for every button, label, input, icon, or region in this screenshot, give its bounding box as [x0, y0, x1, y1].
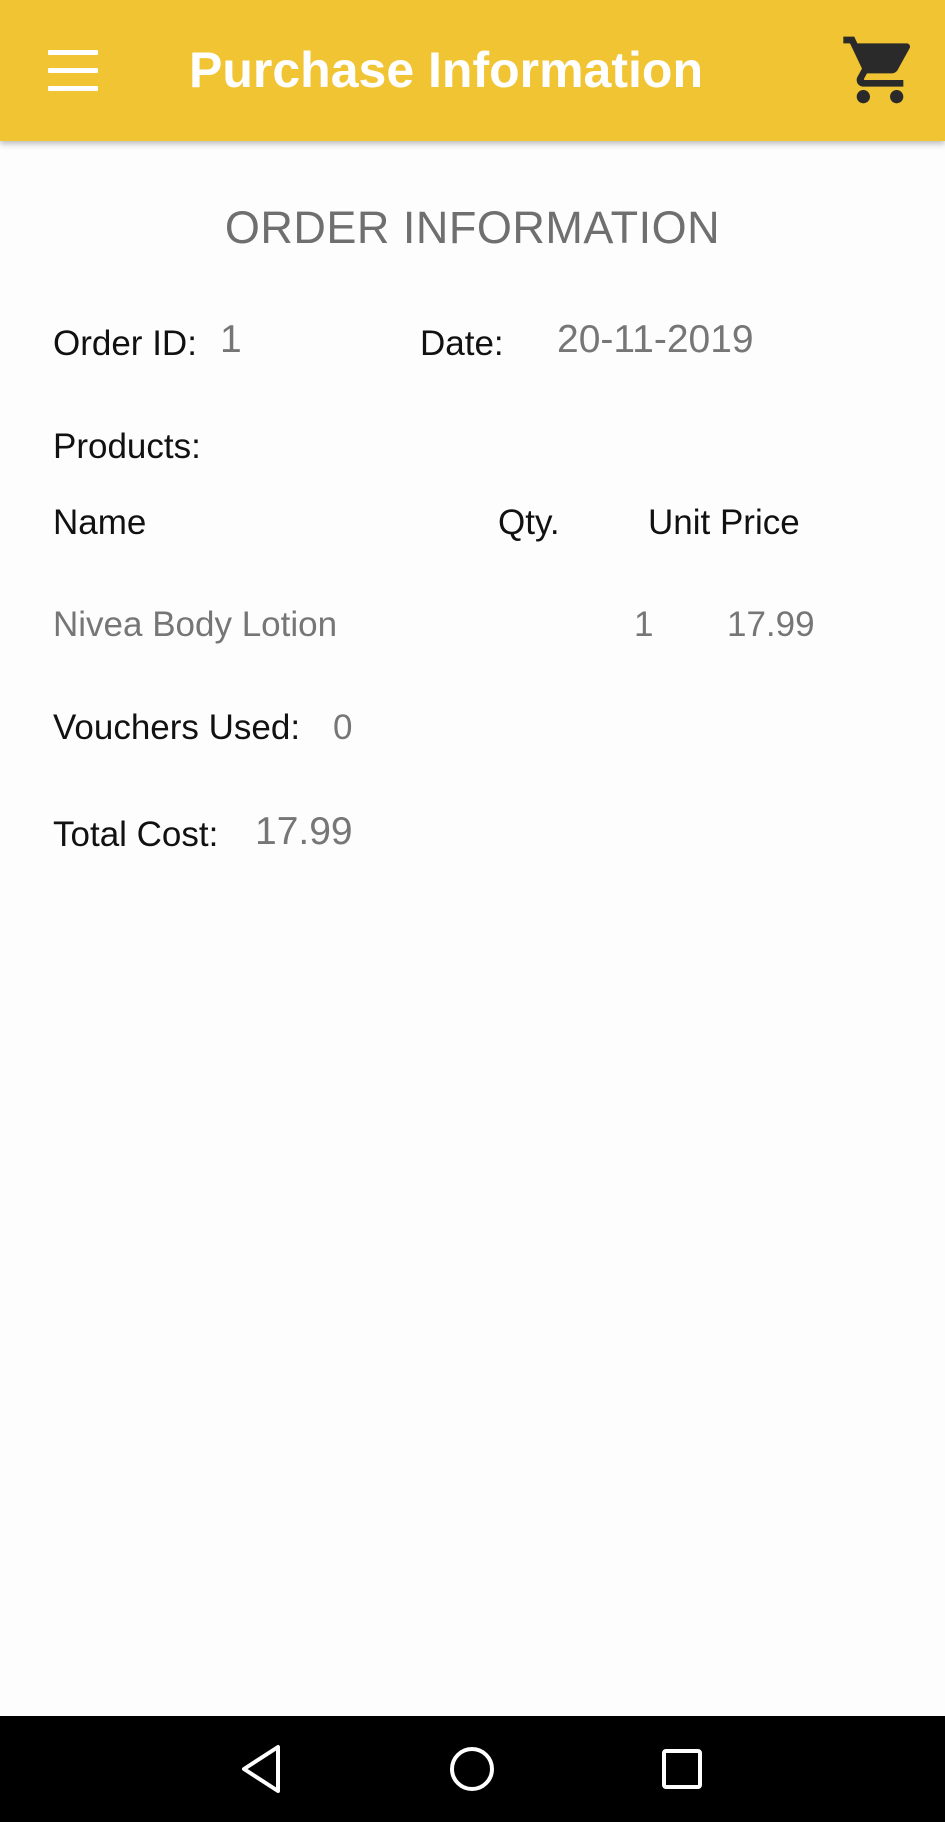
order-id-label: Order ID: — [53, 324, 197, 363]
page-title: Purchase Information — [189, 42, 703, 98]
recents-button[interactable] — [652, 1739, 712, 1799]
column-header-qty: Qty. — [498, 503, 560, 542]
menu-button[interactable] — [26, 28, 120, 114]
shopping-cart-icon — [843, 36, 911, 104]
column-header-unit-price: Unit Price — [648, 503, 800, 542]
product-name: Nivea Body Lotion — [53, 605, 338, 644]
column-header-name: Name — [53, 503, 147, 542]
purchase-information-screen: Purchase Information ORDER INFORMATION O… — [0, 0, 945, 1822]
product-unit-price: 17.99 — [727, 605, 815, 644]
vouchers-used-value: 0 — [333, 708, 353, 747]
recents-square-icon — [662, 1749, 702, 1789]
vouchers-used-label: Vouchers Used: — [53, 708, 301, 747]
back-button[interactable] — [232, 1739, 292, 1799]
order-id-value: 1 — [220, 318, 242, 361]
back-triangle-icon — [242, 1745, 280, 1793]
total-cost-value: 17.99 — [255, 810, 353, 853]
product-qty: 1 — [634, 605, 654, 644]
app-bar: Purchase Information — [0, 0, 945, 141]
products-label: Products: — [53, 427, 201, 466]
section-title: ORDER INFORMATION — [224, 202, 721, 253]
system-navigation-bar — [0, 1716, 945, 1822]
home-circle-icon — [450, 1747, 494, 1791]
home-button[interactable] — [442, 1739, 502, 1799]
cart-button[interactable] — [840, 30, 920, 110]
date-label: Date: — [420, 324, 504, 363]
date-value: 20-11-2019 — [557, 318, 754, 361]
total-cost-label: Total Cost: — [53, 815, 219, 854]
